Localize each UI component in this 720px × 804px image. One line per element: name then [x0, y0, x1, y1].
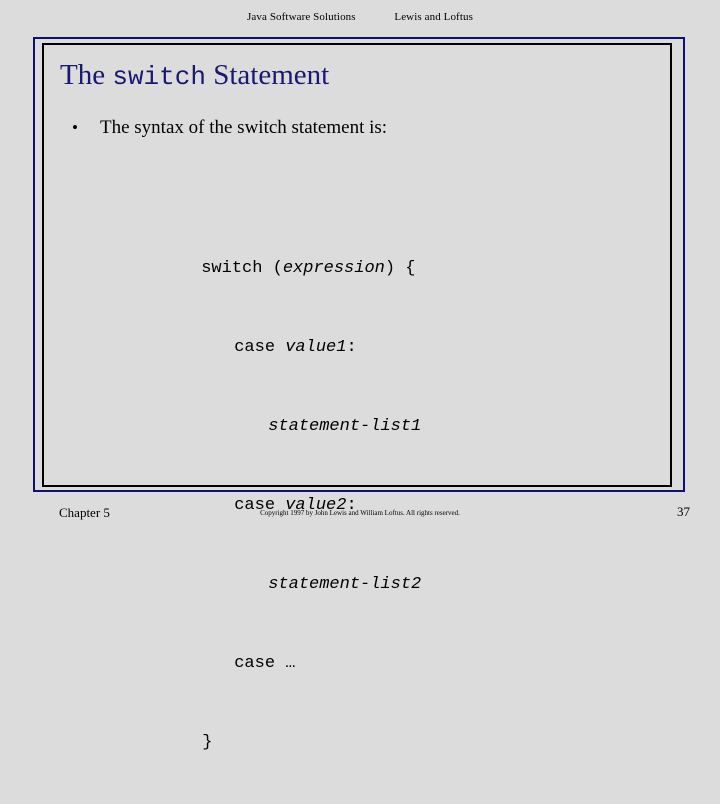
bullet-list-item: • The syntax of the switch statement is: — [72, 116, 632, 140]
footer-page-number: 37 — [677, 504, 690, 519]
slide-running-header: Java Software Solutions Lewis and Loftus — [0, 11, 720, 23]
code-segment-italic: statement-list2 — [268, 575, 422, 594]
code-line: switch (expression) { — [42, 207, 672, 278]
code-line: case value2: — [42, 444, 672, 515]
code-segment-plain: } — [202, 733, 213, 752]
code-segment-plain: case … — [234, 654, 296, 673]
code-segment-plain-tail: : — [346, 338, 357, 357]
code-line: case … — [42, 602, 672, 673]
bullet-item-label: The syntax of the switch statement is: — [100, 117, 388, 138]
code-segment-italic: expression — [282, 259, 385, 278]
code-line: } — [42, 681, 672, 752]
code-syntax-block: switch (expression) { case value1: state… — [42, 169, 672, 760]
code-segment-plain: switch ( — [201, 259, 283, 278]
header-authors: Lewis and Loftus — [394, 11, 473, 23]
code-segment-plain-tail: ) { — [384, 259, 416, 278]
slide-content-area: The switch Statement • The syntax of the … — [42, 43, 672, 752]
page-title-keyword: switch — [112, 62, 206, 92]
code-line: statement-list1 — [42, 365, 672, 436]
header-book-title: Java Software Solutions — [247, 11, 356, 23]
page-title: The switch Statement — [60, 58, 329, 94]
code-segment-italic: value1 — [285, 338, 347, 357]
code-segment-italic: statement-list1 — [268, 417, 422, 436]
bullet-point-icon: • — [72, 118, 78, 137]
footer-copyright-notice: Copyright 1997 by John Lewis and William… — [260, 509, 460, 517]
code-line: statement-list2 — [42, 523, 672, 594]
code-segment-plain: case — [234, 338, 286, 357]
page-title-suffix: Statement — [205, 59, 330, 91]
code-line: case value1: — [42, 286, 672, 357]
page-title-prefix: The — [60, 59, 113, 91]
